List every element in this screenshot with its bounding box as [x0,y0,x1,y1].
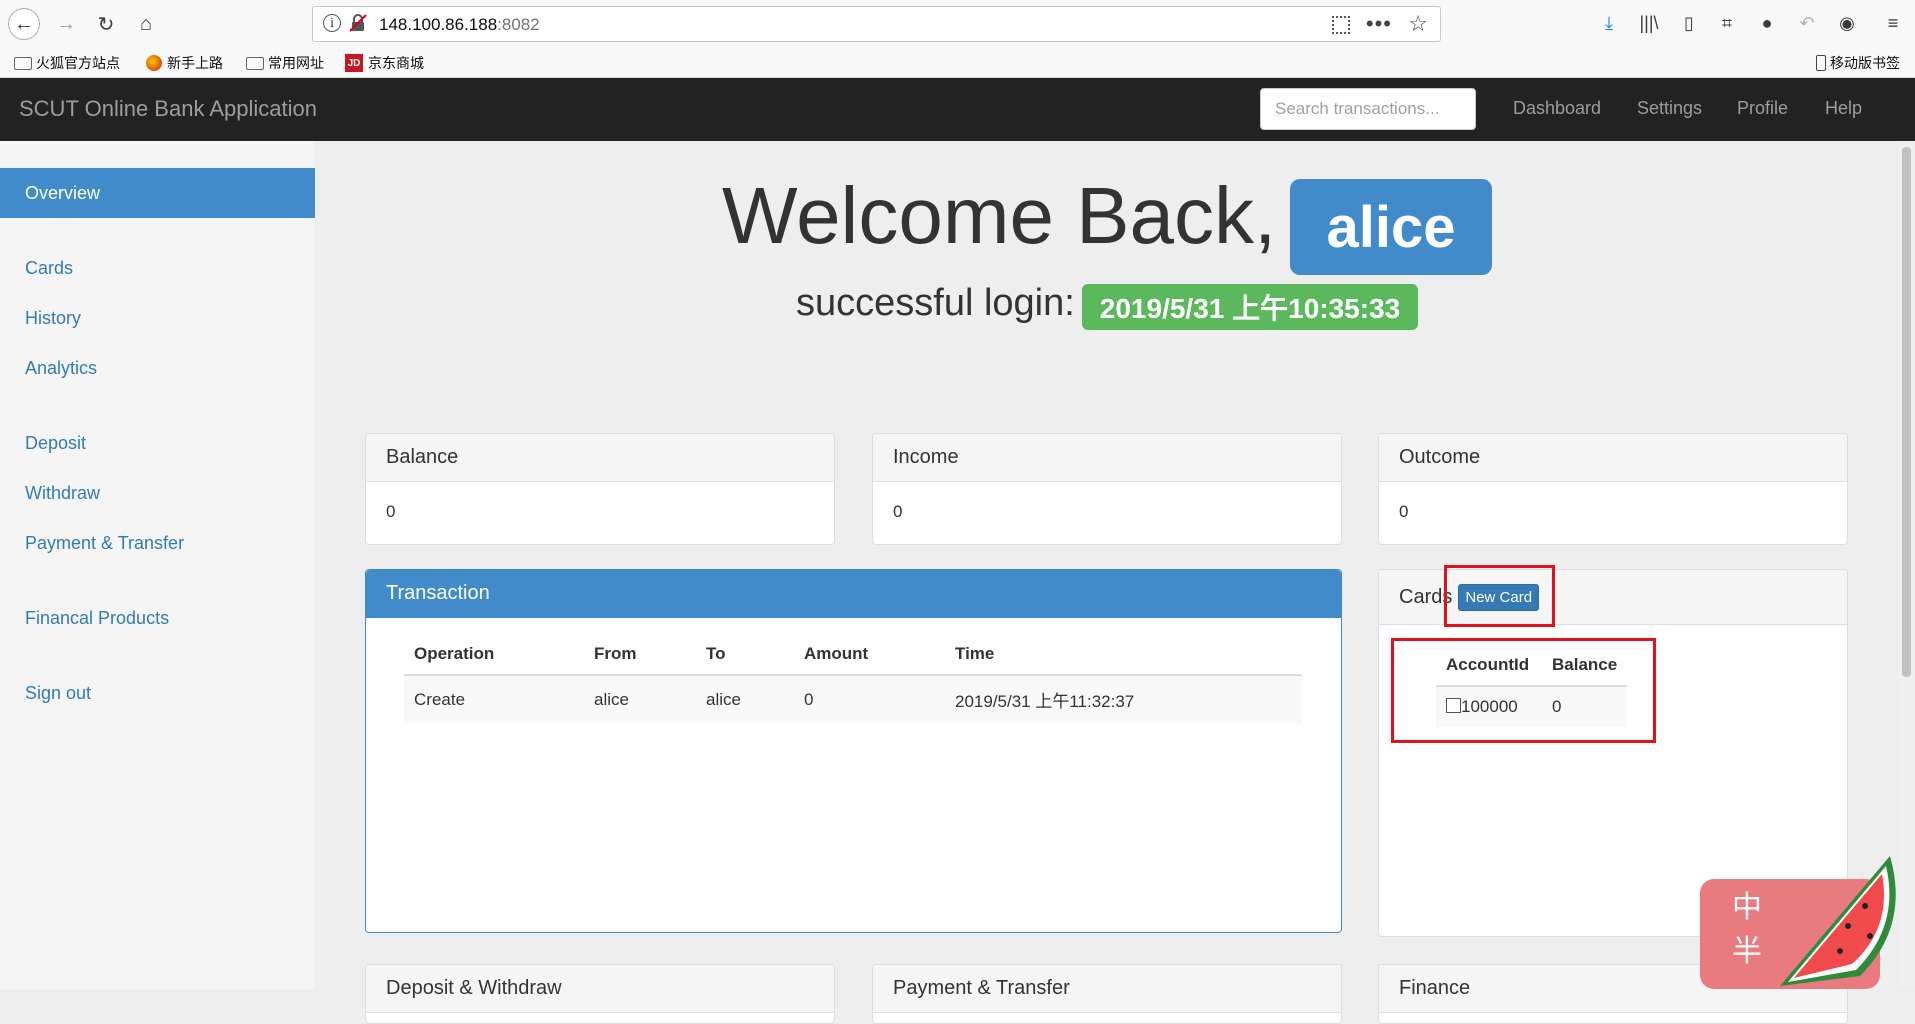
home-icon[interactable]: ⌂ [130,8,162,40]
login-label: successful login: [796,282,1075,324]
panel-value: 0 [1399,502,1409,521]
app-navbar: SCUT Online Bank Application Dashboard S… [0,78,1915,141]
mobile-phone-icon [1816,55,1826,71]
bookmark-star-icon[interactable]: ☆ [1408,11,1428,37]
bookmark-item[interactable]: 新手上路 [146,52,223,74]
balance-panel: Balance 0 [365,433,835,545]
bookmark-label: 常用网址 [268,55,324,71]
highlight-box-cards-table [1391,638,1656,743]
deposit-withdraw-panel: Deposit & Withdraw [365,964,835,1024]
mobile-bookmarks[interactable]: 移动版书签 [1816,52,1900,74]
brand-title[interactable]: SCUT Online Bank Application [19,96,317,122]
bookmark-label: 火狐官方站点 [36,55,120,71]
sidebar-item-withdraw[interactable]: Withdraw [0,468,315,518]
sidebar-item-payment-transfer[interactable]: Payment & Transfer [0,518,315,568]
panel-value: 0 [386,502,396,521]
qr-code-icon[interactable] [1332,16,1350,34]
sticker-text: 中 半 [1732,886,1762,974]
url-text: 148.100.86.188:8082 [379,15,540,34]
firefox-icon [146,55,162,71]
transaction-table: Operation From To Amount Time Create ali… [404,634,1302,723]
reload-icon[interactable]: ↻ [90,8,122,40]
panel-title: Transaction [366,570,1341,618]
welcome-heading: Welcome Back, [722,171,1277,260]
screenshot-crop-icon[interactable]: ⌗ [1714,10,1740,36]
download-icon[interactable]: ⤓ [1596,10,1622,36]
sidebar: Overview Cards History Analytics Deposit… [0,141,315,989]
nav-profile[interactable]: Profile [1737,98,1788,119]
payment-transfer-panel: Payment & Transfer [872,964,1342,1024]
panel-title: Balance [366,434,834,482]
sticker-text-line: 半 [1732,935,1762,968]
panel-title: Outcome [1379,434,1847,482]
username-badge: alice [1290,179,1492,275]
table-cell: 0 [794,675,945,723]
column-header: Operation [404,634,584,676]
sidebar-item-cards[interactable]: Cards [0,243,315,293]
watermelon-icon [1780,856,1896,986]
bookmark-item[interactable]: JD 京东商城 [345,52,424,74]
folder-icon [246,56,264,70]
income-panel: Income 0 [872,433,1342,545]
account-icon[interactable]: ◉ [1834,10,1860,36]
back-arrow-icon[interactable]: ← [8,8,40,40]
scrollbar-thumb[interactable] [1902,147,1911,677]
search-input[interactable] [1260,88,1476,130]
sidebar-icon[interactable]: ▯ [1676,10,1702,36]
bookmark-label: 京东商城 [368,55,424,71]
sidebar-item-history[interactable]: History [0,293,315,343]
panel-title: Deposit & Withdraw [366,965,834,1013]
nav-dashboard[interactable]: Dashboard [1513,98,1601,119]
bookmark-label: 移动版书签 [1830,55,1900,71]
chat-bubble-icon[interactable]: ● [1754,10,1780,36]
sidebar-item-analytics[interactable]: Analytics [0,343,315,393]
login-time-badge: 2019/5/31 上午10:35:33 [1082,284,1418,330]
bookmark-label: 新手上路 [167,55,223,71]
library-icon[interactable]: |||\ [1636,10,1662,36]
forward-arrow-icon[interactable]: → [50,8,82,40]
column-header: To [696,634,794,676]
panel-value: 0 [893,502,903,521]
jd-logo-icon: JD [345,54,363,72]
folder-icon [14,56,32,70]
sticker-text-line: 中 [1732,891,1762,924]
panel-title: Payment & Transfer [873,965,1341,1013]
panel-title: Income [873,434,1341,482]
info-icon[interactable]: i [323,14,341,32]
sidebar-item-sign-out[interactable]: Sign out [0,668,315,718]
bookmark-item[interactable]: 火狐官方站点 [14,52,120,74]
more-actions-icon[interactable]: ••• [1366,11,1392,37]
floating-sticker-widget[interactable]: 中 半 [1700,836,1900,989]
table-cell: alice [696,675,794,723]
table-cell: alice [584,675,696,723]
outcome-panel: Outcome 0 [1378,433,1848,545]
transaction-panel: Transaction Operation From To Amount Tim… [365,569,1342,933]
undo-icon[interactable]: ↶ [1794,10,1820,36]
nav-settings[interactable]: Settings [1637,98,1702,119]
nav-help[interactable]: Help [1825,98,1862,119]
page-scrollbar[interactable] [1898,141,1915,989]
table-cell: Create [404,675,584,723]
menu-icon[interactable]: ≡ [1880,10,1906,36]
table-cell: 2019/5/31 上午11:32:37 [945,675,1302,723]
insecure-lock-icon[interactable] [349,14,367,32]
table-header-row: Operation From To Amount Time [404,634,1302,676]
sidebar-item-financial-products[interactable]: Financal Products [0,593,315,643]
bookmark-item[interactable]: 常用网址 [246,52,324,74]
sidebar-item-deposit[interactable]: Deposit [0,418,315,468]
highlight-box-new-card [1444,565,1555,627]
column-header: Time [945,634,1302,676]
column-header: From [584,634,696,676]
bookmarks-bar: 火狐官方站点 新手上路 常用网址 JD 京东商城 移动版书签 [0,50,1915,78]
sidebar-item-overview[interactable]: Overview [0,168,315,218]
address-bar[interactable]: i 148.100.86.188:8082 ••• ☆ [312,6,1441,42]
browser-toolbar: ← → ↻ ⌂ i 148.100.86.188:8082 ••• ☆ ⤓ ||… [0,0,1915,78]
table-row: Create alice alice 0 2019/5/31 上午11:32:3… [404,675,1302,723]
column-header: Amount [794,634,945,676]
